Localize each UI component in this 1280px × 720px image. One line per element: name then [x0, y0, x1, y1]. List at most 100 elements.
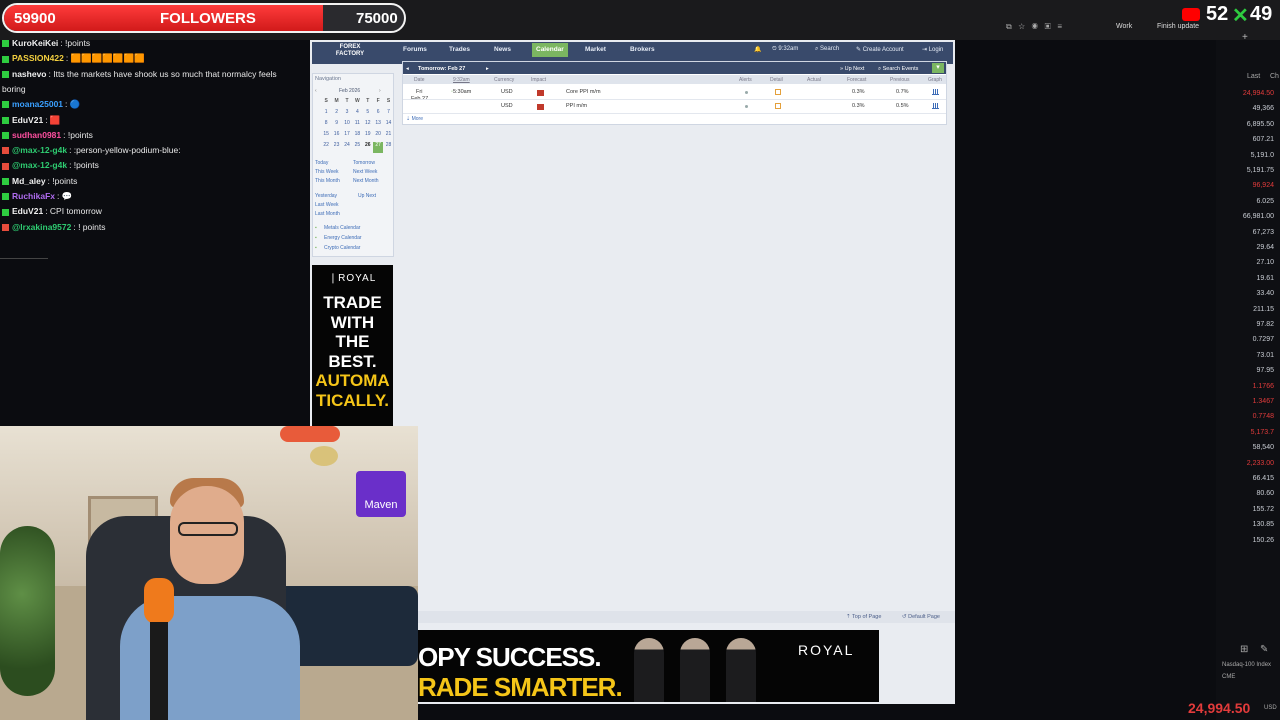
sidebar-link[interactable]: This Week [315, 169, 339, 175]
event-title[interactable]: Core PPI m/m [566, 89, 601, 95]
ticker-value[interactable]: 155.72 [1253, 506, 1274, 513]
calendar-day[interactable]: 26 [363, 142, 373, 153]
sidebar-link[interactable]: This Month [315, 178, 340, 184]
ticker-value[interactable]: 66,981.00 [1243, 213, 1274, 220]
star-icon[interactable]: ☆ [1018, 22, 1025, 31]
ticker-value[interactable]: 97.82 [1256, 321, 1274, 328]
calendar-day[interactable]: 20 [373, 131, 383, 142]
chat-username[interactable]: @max-12-g4k [12, 160, 67, 170]
calendar-day[interactable]: 10 [342, 120, 352, 131]
alert-icon[interactable] [745, 105, 748, 108]
detail-icon[interactable] [775, 89, 781, 95]
calendar-day[interactable]: 28 [383, 142, 393, 153]
forex-factory-logo[interactable]: FOREX FACTORY [326, 44, 374, 61]
calendar-day[interactable]: 8 [321, 120, 331, 131]
puzzle-icon[interactable]: ▣ [1045, 22, 1051, 31]
ticker-value[interactable]: 27.10 [1256, 259, 1274, 266]
ticker-value[interactable]: 130.85 [1253, 521, 1274, 528]
next-day-icon[interactable]: ▸ [486, 66, 489, 72]
ticker-value[interactable]: 607.21 [1253, 136, 1274, 143]
chat-username[interactable]: moana25001 [12, 99, 63, 109]
chat-username[interactable]: RuchikaFx [12, 191, 55, 201]
calendar-day[interactable]: 27 [372, 142, 384, 153]
ticker-value[interactable]: 5,173.7 [1251, 429, 1274, 436]
top-of-page-link[interactable]: ⇡ Top of Page [846, 614, 881, 620]
chat-username[interactable]: EduV21 [12, 115, 43, 125]
chat-username[interactable]: KuroKeiKei [12, 38, 58, 48]
extension-icon[interactable]: ◉ [1032, 22, 1038, 31]
ticker-value[interactable]: 150.26 [1253, 537, 1274, 544]
sidebar-link[interactable]: Next Week [353, 169, 377, 175]
event-title[interactable]: PPI m/m [566, 103, 587, 109]
calendar-day[interactable]: 24 [342, 142, 352, 153]
up-next-link[interactable]: » Up Next [840, 66, 864, 72]
chat-username[interactable]: PASSION422 [12, 53, 64, 63]
chat-username[interactable]: sudhan0981 [12, 130, 61, 140]
ticker-value[interactable]: 66.415 [1253, 475, 1274, 482]
prev-day-icon[interactable]: ◂ [406, 66, 409, 72]
ticker-value[interactable]: 211.15 [1253, 306, 1274, 313]
ticker-value[interactable]: 97.95 [1256, 367, 1274, 374]
filter-icon[interactable]: ▾ [932, 63, 944, 73]
calendar-day[interactable]: 9 [331, 120, 341, 131]
calendar-day[interactable]: 25 [352, 142, 362, 153]
calendar-day[interactable]: 18 [352, 131, 362, 142]
royal-bottom-ad[interactable]: OPY SUCCESS. RADE SMARTER. ROYAL [418, 630, 879, 702]
ticker-value[interactable]: 58,540 [1253, 444, 1274, 451]
royal-side-ad[interactable]: ❘ROYAL TRADE WITH THE BEST. AUTOMA TICALLY. [312, 265, 393, 427]
calendar-day[interactable]: 7 [383, 109, 393, 120]
nav-brokers[interactable]: Brokers [630, 46, 655, 53]
ticker-value[interactable]: 2,233.00 [1247, 460, 1274, 467]
next-month-icon[interactable]: › [379, 88, 381, 94]
calendar-day[interactable]: 6 [373, 109, 383, 120]
graph-icon[interactable] [932, 103, 939, 109]
chat-username[interactable]: @max-12-g4k [12, 145, 67, 155]
sidebar-link[interactable]: Tomorrow [353, 160, 375, 166]
menu-list-icon[interactable]: ≡ [1057, 22, 1062, 31]
chat-username[interactable]: EduV21 [12, 206, 43, 216]
sidebar-up-next-link[interactable]: Up Next [358, 193, 376, 199]
calendar-day[interactable]: 23 [331, 142, 341, 153]
sidebar-link[interactable]: Today [315, 160, 328, 166]
sidebar-link[interactable]: Last Week [315, 202, 339, 208]
prev-month-icon[interactable]: ‹ [315, 88, 317, 94]
other-calendar-link[interactable]: Energy Calendar [324, 235, 362, 241]
ticker-value[interactable]: 6.025 [1256, 198, 1274, 205]
chat-username[interactable]: @lrxakina9572 [12, 222, 71, 232]
calendar-day[interactable]: 22 [321, 142, 331, 153]
chat-username[interactable]: nashevo [12, 69, 47, 79]
calendar-tab-title[interactable]: Tomorrow: Feb 27 [418, 66, 465, 72]
calendar-day[interactable]: 21 [383, 131, 393, 142]
calendar-day[interactable]: 4 [352, 109, 362, 120]
create-account-link[interactable]: ✎ Create Account [856, 46, 904, 53]
nav-calendar[interactable]: Calendar [532, 43, 568, 57]
clock-time[interactable]: ⏲ 9:32am [772, 46, 798, 53]
calendar-day[interactable]: 11 [352, 120, 362, 131]
calendar-day[interactable]: 16 [331, 131, 341, 142]
ticker-value[interactable]: 73.01 [1256, 352, 1274, 359]
edit-icon[interactable]: ✎ [1260, 644, 1268, 655]
sidebar-link[interactable]: Last Month [315, 211, 340, 217]
calendar-day[interactable]: 12 [363, 120, 373, 131]
ticker-value[interactable]: 5,191.0 [1251, 152, 1274, 159]
other-calendar-link[interactable]: Metals Calendar [324, 225, 360, 231]
graph-icon[interactable] [932, 89, 939, 95]
grid-icon[interactable]: ⊞ [1240, 644, 1248, 655]
ticker-value[interactable]: 49,366 [1253, 105, 1274, 112]
chat-username[interactable]: Md_aley [12, 176, 46, 186]
ticker-value[interactable]: 1.1766 [1253, 383, 1274, 390]
calendar-day[interactable]: 3 [342, 109, 352, 120]
nav-trades[interactable]: Trades [449, 46, 470, 53]
browser-icons[interactable]: ⧉ ☆ ◉ ▣ ≡ [1006, 22, 1062, 32]
ticker-value[interactable]: 24,994.50 [1243, 90, 1274, 97]
bell-icon[interactable]: 🔔 [754, 46, 761, 53]
nav-news[interactable]: News [494, 46, 511, 53]
ticker-value[interactable]: 1.3467 [1253, 398, 1274, 405]
ticker-value[interactable]: 19.61 [1256, 275, 1274, 282]
search-events-link[interactable]: ⌕ Search Events [878, 66, 918, 73]
nav-forums[interactable]: Forums [403, 46, 427, 53]
calendar-day[interactable]: 5 [363, 109, 373, 120]
other-calendar-link[interactable]: Crypto Calendar [324, 245, 360, 251]
detail-icon[interactable] [775, 103, 781, 109]
default-page-link[interactable]: ↺ Default Page [902, 614, 940, 620]
